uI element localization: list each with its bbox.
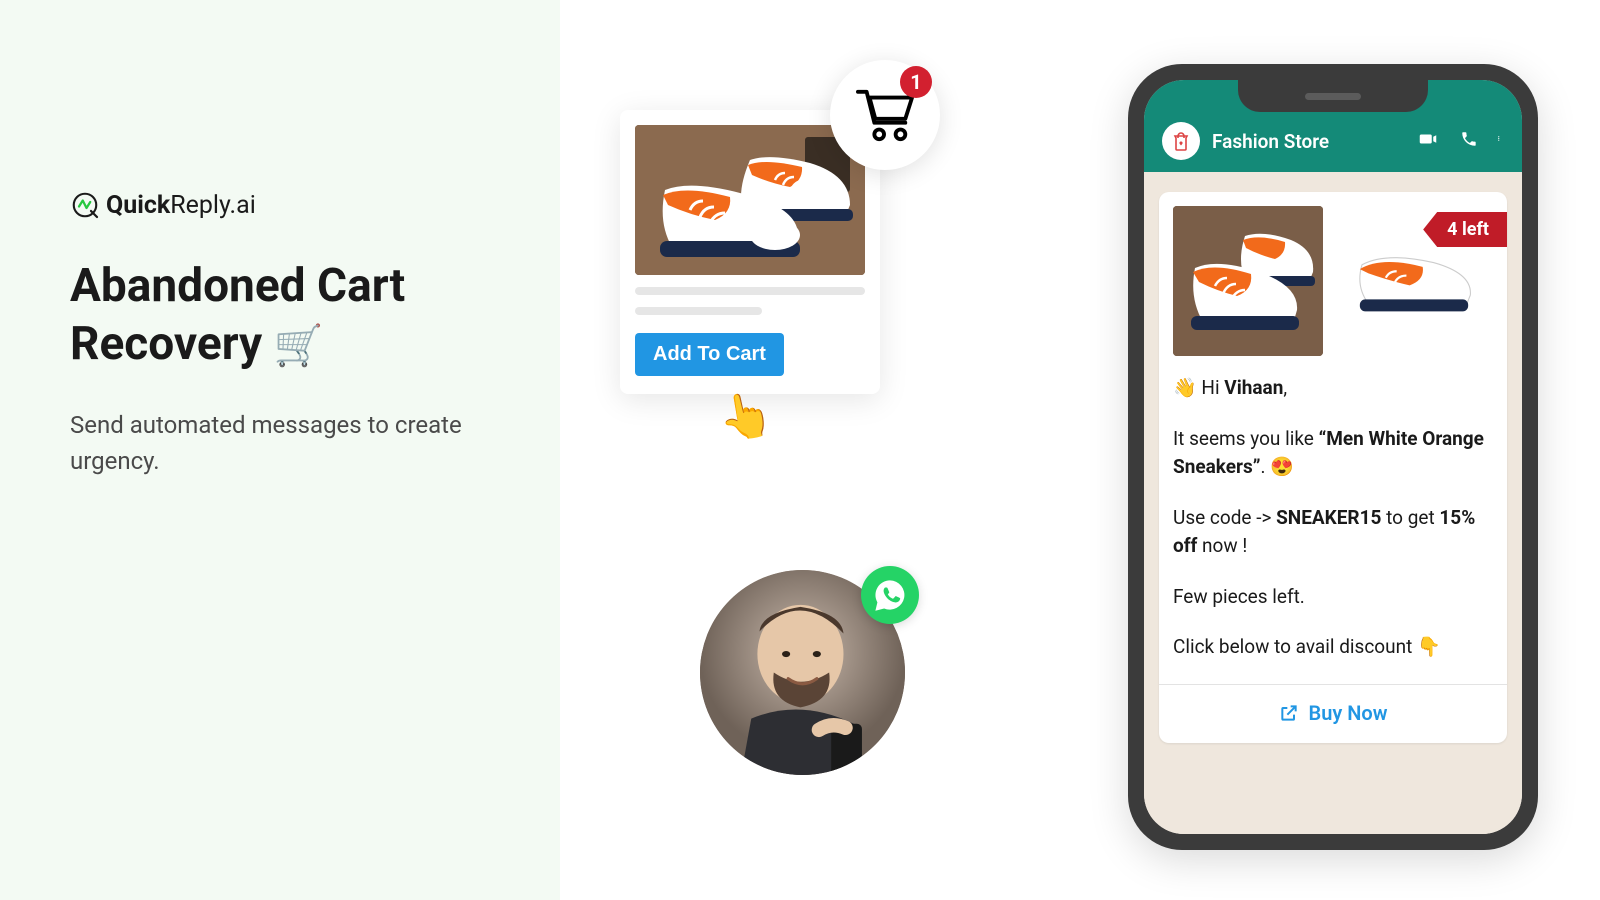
store-name: Fashion Store [1212, 130, 1404, 153]
product-image [635, 125, 865, 275]
brand-logo: QuickReply.ai [70, 190, 500, 220]
add-to-cart-button[interactable]: Add To Cart [635, 333, 784, 376]
skeleton-line [635, 307, 762, 315]
page-headline: Abandoned Cart Recovery 🛒 [70, 258, 500, 373]
skeleton-line [635, 287, 865, 295]
brand-logo-mark [70, 190, 100, 220]
user-avatar [700, 570, 905, 775]
left-panel: QuickReply.ai Abandoned Cart Recovery 🛒 … [0, 0, 560, 900]
page-subheadline: Send automated messages to create urgenc… [70, 407, 500, 479]
message-product-image [1173, 206, 1323, 356]
video-call-icon[interactable] [1416, 130, 1440, 152]
heart-eyes-emoji-icon: 😍 [1270, 455, 1294, 478]
stock-ribbon: 4 left [1423, 212, 1507, 247]
product-card: Add To Cart 1 [620, 110, 880, 394]
tap-hand-icon: 👆 [714, 386, 777, 447]
message-text: 👋 Hi Vihaan, It seems you like “Men Whit… [1173, 374, 1493, 662]
phone-notch [1238, 80, 1428, 112]
brand-logo-text: QuickReply.ai [106, 191, 256, 220]
phone-mockup: Fashion Store [1128, 64, 1538, 850]
buy-now-button[interactable]: Buy Now [1279, 701, 1388, 725]
wave-emoji-icon: 👋 [1173, 376, 1197, 399]
store-avatar [1162, 122, 1200, 160]
external-link-icon [1279, 703, 1299, 723]
cart-count-badge: 1 [900, 66, 932, 98]
cart-emoji-icon: 🛒 [274, 322, 324, 369]
cart-badge: 1 [830, 60, 940, 170]
message-card: 4 left 👋 Hi Vihaan, [1159, 192, 1507, 743]
chat-body: 4 left 👋 Hi Vihaan, [1144, 172, 1522, 834]
voice-call-icon[interactable] [1460, 130, 1478, 152]
point-down-emoji-icon: 👇 [1417, 635, 1441, 658]
whatsapp-badge-icon [861, 566, 919, 624]
more-menu-icon[interactable] [1498, 129, 1504, 153]
message-product-thumb: 4 left [1335, 206, 1493, 356]
